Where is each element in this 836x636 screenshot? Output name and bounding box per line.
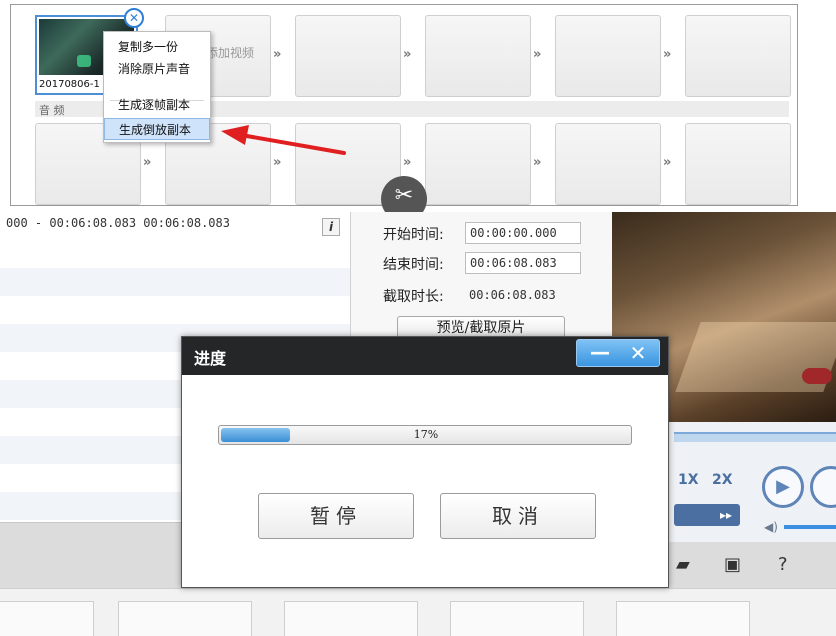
speed-1x-button[interactable]: 1X (678, 472, 699, 488)
cancel-button[interactable]: 取消 (440, 493, 596, 539)
chevron-right-icon: » (143, 155, 152, 170)
storyboard-slot[interactable] (295, 15, 401, 97)
end-time-field[interactable]: 00:06:08.083 (465, 252, 581, 274)
duration-label: 截取时长: (383, 289, 444, 305)
volume-icon[interactable]: ◀) (764, 520, 778, 534)
red-arrow-annotation (221, 125, 346, 155)
slot-hint: 添加视频 (206, 46, 255, 60)
help-icon[interactable]: ? (778, 554, 788, 575)
storyboard-slot[interactable] (425, 15, 531, 97)
info-icon[interactable]: i (322, 218, 340, 236)
menu-item-frame-copy[interactable]: 生成逐帧副本 (104, 94, 210, 116)
list-item (0, 296, 350, 324)
menu-item-remove-audio[interactable]: 消除原片声音 (104, 58, 210, 80)
dialog-title: 进度 (194, 349, 227, 368)
remove-clip-icon[interactable]: ✕ (124, 8, 144, 28)
bottom-clip-strip (0, 588, 836, 636)
progress-percent: 17% (413, 428, 439, 441)
volume-slider[interactable] (784, 525, 836, 529)
chevron-right-icon: » (533, 47, 542, 62)
chevron-right-icon: » (663, 155, 672, 170)
chevron-right-icon: » (403, 155, 412, 170)
start-time-field[interactable]: 00:00:00.000 (465, 222, 581, 244)
storyboard-slot[interactable] (118, 601, 252, 636)
video-scene-object (802, 368, 832, 384)
window-buttons: — ✕ (576, 339, 660, 367)
storyboard-slot[interactable] (685, 15, 791, 97)
progress-bar: 17% (218, 425, 632, 445)
list-item (0, 240, 350, 268)
chevron-right-icon: » (533, 155, 542, 170)
storyboard-slot[interactable] (284, 601, 418, 636)
storyboard-slot[interactable] (685, 123, 791, 205)
thumbnail-filename: 20170806-1 (39, 79, 100, 90)
duration-value: 00:06:08.083 (469, 288, 556, 302)
stop-icon[interactable] (810, 466, 836, 508)
storyboard-slot[interactable] (0, 601, 94, 636)
open-folder-icon[interactable]: ▰ (676, 554, 690, 575)
menu-item-reverse-copy[interactable]: 生成倒放副本 (104, 118, 210, 140)
speed-2x-button[interactable]: 2X (712, 472, 733, 488)
progress-dialog: 进度 — ✕ 17% 暂停 取消 (181, 336, 669, 588)
list-item (0, 268, 350, 296)
close-icon[interactable]: ✕ (619, 340, 657, 366)
save-icon[interactable]: ▣ (724, 554, 741, 575)
fast-forward-icon[interactable]: ▸▸ (674, 504, 740, 526)
storyboard-slot[interactable] (555, 15, 661, 97)
seek-bar[interactable] (674, 432, 836, 442)
storyboard-slot[interactable] (450, 601, 584, 636)
context-menu: 复制多一份 消除原片声音 生成逐帧副本 生成倒放副本 (103, 31, 211, 143)
chevron-right-icon: » (663, 47, 672, 62)
thumbnail-highlight (77, 55, 91, 67)
pause-button[interactable]: 暂停 (258, 493, 414, 539)
storyboard-slot[interactable] (616, 601, 750, 636)
list-item[interactable]: 000 - 00:06:08.083 00:06:08.083 i (0, 212, 350, 240)
trim-time-panel: 开始时间: 00:00:00.000 结束时间: 00:06:08.083 截取… (350, 212, 612, 354)
clip-time-range: 000 - 00:06:08.083 00:06:08.083 (6, 216, 230, 230)
chevron-right-icon: » (403, 47, 412, 62)
chevron-right-icon: » (273, 47, 282, 62)
menu-item-duplicate[interactable]: 复制多一份 (104, 36, 210, 58)
play-icon[interactable]: ▶ (762, 466, 804, 508)
storyboard-slot[interactable] (425, 123, 531, 205)
app-root: 20170806-1 ✕ 添加视频 » » » » 音 频 » » » » » … (0, 0, 836, 636)
storyboard-slot[interactable] (555, 123, 661, 205)
dialog-title-bar[interactable]: 进度 — ✕ (182, 337, 668, 375)
start-time-label: 开始时间: (383, 227, 444, 243)
end-time-label: 结束时间: (383, 257, 444, 273)
minimize-icon[interactable]: — (581, 340, 619, 366)
audio-label: 音 频 (39, 104, 65, 117)
dialog-body: 17% 暂停 取消 (182, 375, 668, 587)
